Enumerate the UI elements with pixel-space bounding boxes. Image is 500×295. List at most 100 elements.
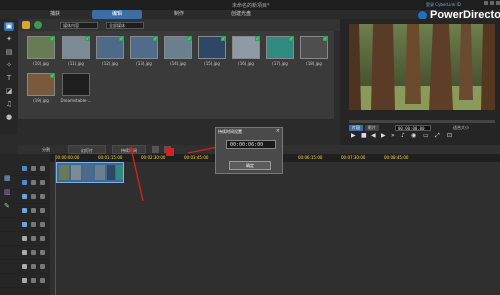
fast-forward-icon[interactable]: » [391, 132, 395, 139]
dialog-ok-button[interactable]: 确定 [229, 161, 271, 170]
ruler-tick: 00:06:15:00 [298, 155, 323, 160]
pip-audio-icon[interactable] [22, 222, 27, 227]
media-thumbnail[interactable]: ✓ [130, 36, 158, 59]
used-check-icon: ✓ [50, 73, 55, 78]
checkbox-icon[interactable] [31, 278, 36, 283]
tab-capture[interactable]: 捕获 [30, 10, 80, 19]
playhead-line[interactable] [55, 155, 56, 295]
used-check-icon: ✓ [221, 36, 226, 41]
media-thumbnail[interactable]: ✓ [300, 36, 328, 59]
magic-tools-icon[interactable]: ✎ [4, 202, 10, 210]
fx-track-icon[interactable] [22, 194, 27, 199]
preview-quality-icon[interactable]: ▭ [423, 132, 429, 139]
media-thumbnail[interactable] [62, 73, 90, 96]
checkbox-icon[interactable] [31, 250, 36, 255]
used-check-icon: ✓ [50, 36, 55, 41]
extra-track-icon[interactable] [22, 278, 27, 283]
library-filter-select[interactable]: 媒体内容 [60, 22, 98, 29]
media-thumbnail[interactable]: ✓ [266, 36, 294, 59]
media-thumbnail[interactable]: ✓ [96, 36, 124, 59]
timeline-view-icon[interactable]: ▦ [4, 174, 11, 182]
crop-icon[interactable] [152, 146, 159, 153]
media-room-icon[interactable]: ▣ [4, 22, 14, 31]
play-icon[interactable]: ▶ [351, 132, 356, 139]
import-folder-icon[interactable] [22, 21, 30, 29]
pip-track-icon[interactable] [22, 208, 27, 213]
media-label: Dreamstable-... [60, 98, 92, 103]
lock-icon[interactable] [40, 278, 45, 283]
fix-enhance-icon[interactable] [164, 146, 171, 153]
movie-mode-button[interactable]: 影片 [365, 125, 379, 131]
clip-mode-button[interactable]: 片段 [349, 125, 363, 131]
tab-edit[interactable]: 编辑 [92, 10, 142, 19]
checkbox-icon[interactable] [31, 264, 36, 269]
media-type-select[interactable]: 全部媒体 [106, 22, 144, 29]
lock-icon[interactable] [40, 208, 45, 213]
slideshow-button[interactable]: 幻灯片 [68, 145, 106, 154]
lock-icon[interactable] [40, 222, 45, 227]
dialog-close-icon[interactable]: × [276, 128, 280, 134]
snapshot-icon[interactable]: ◉ [411, 132, 416, 139]
next-frame-icon[interactable]: ▶ [381, 132, 386, 139]
track-header-title [0, 232, 50, 246]
checkbox-icon[interactable] [31, 208, 36, 213]
used-check-icon: ✓ [187, 36, 192, 41]
media-thumbnail[interactable]: ✓ [164, 36, 192, 59]
preview-scrubber[interactable] [349, 120, 495, 123]
duration-timecode-input[interactable]: 00:00:06:00 [226, 140, 276, 149]
maximize-button[interactable] [490, 1, 494, 5]
fullscreen-icon[interactable]: ⤢ [435, 132, 440, 140]
previous-frame-icon[interactable]: ◀ [371, 132, 376, 139]
music-track-icon[interactable] [22, 264, 27, 269]
effect-room-icon[interactable]: ✦ [4, 35, 14, 44]
voice-track-icon[interactable] [22, 250, 27, 255]
title-track-icon[interactable] [22, 236, 27, 241]
video-track-icon[interactable] [22, 166, 27, 171]
lock-icon[interactable] [40, 180, 45, 185]
used-check-icon: ✓ [119, 36, 124, 41]
close-window-button[interactable] [496, 1, 500, 5]
audio-track-icon[interactable] [22, 180, 27, 185]
duration-button[interactable]: 持续时间 [112, 145, 146, 154]
media-thumbnail[interactable]: ✓ [198, 36, 226, 59]
media-label: (17).jpg [272, 61, 288, 66]
pip-room-icon[interactable]: ▤ [4, 48, 14, 57]
media-thumbnail[interactable]: ✓ [232, 36, 260, 59]
lock-icon[interactable] [40, 236, 45, 241]
checkbox-icon[interactable] [31, 222, 36, 227]
tab-create-disc[interactable]: 创建光盘 [216, 10, 266, 19]
lock-icon[interactable] [40, 250, 45, 255]
checkbox-icon[interactable] [31, 180, 36, 185]
undock-icon[interactable]: ⊡ [447, 132, 452, 139]
particle-room-icon[interactable]: ✧ [4, 61, 14, 70]
media-thumbnail[interactable]: ✓ [62, 36, 90, 59]
lock-icon[interactable] [40, 264, 45, 269]
download-media-icon[interactable] [34, 21, 42, 29]
fit-size-select[interactable]: 适合大小 [453, 125, 487, 131]
ruler-tick: 00:01:15:00 [98, 155, 123, 160]
preview-timecode[interactable]: 00:00:00.00 [395, 125, 431, 131]
media-label: (14).jpg [170, 61, 186, 66]
title-room-icon[interactable]: T [4, 74, 14, 83]
tab-produce[interactable]: 制作 [154, 10, 204, 19]
split-button[interactable]: 分割 [34, 145, 58, 154]
track-headers: ▦ ▥ ✎ [0, 154, 50, 295]
volume-icon[interactable]: ♪ [401, 132, 405, 139]
checkbox-icon[interactable] [31, 236, 36, 241]
transition-room-icon[interactable]: ◪ [4, 87, 14, 96]
checkbox-icon[interactable] [31, 194, 36, 199]
lock-icon[interactable] [40, 166, 45, 171]
video-clip-strip[interactable] [56, 162, 124, 183]
library-toolbar: 媒体内容 全部媒体 [18, 19, 340, 31]
voice-over-icon[interactable]: ● [4, 113, 14, 122]
ruler-tick: 00:08:45:00 [384, 155, 409, 160]
media-thumbnail[interactable]: ✓ [27, 36, 55, 59]
storyboard-icon[interactable]: ▥ [4, 188, 11, 196]
media-thumbnail[interactable]: ✓ [27, 73, 55, 96]
audio-mixing-icon[interactable]: ♫ [4, 100, 14, 109]
lock-icon[interactable] [40, 194, 45, 199]
window-controls [484, 1, 500, 5]
minimize-button[interactable] [484, 1, 488, 5]
checkbox-icon[interactable] [31, 166, 36, 171]
stop-icon[interactable]: ■ [361, 132, 367, 139]
